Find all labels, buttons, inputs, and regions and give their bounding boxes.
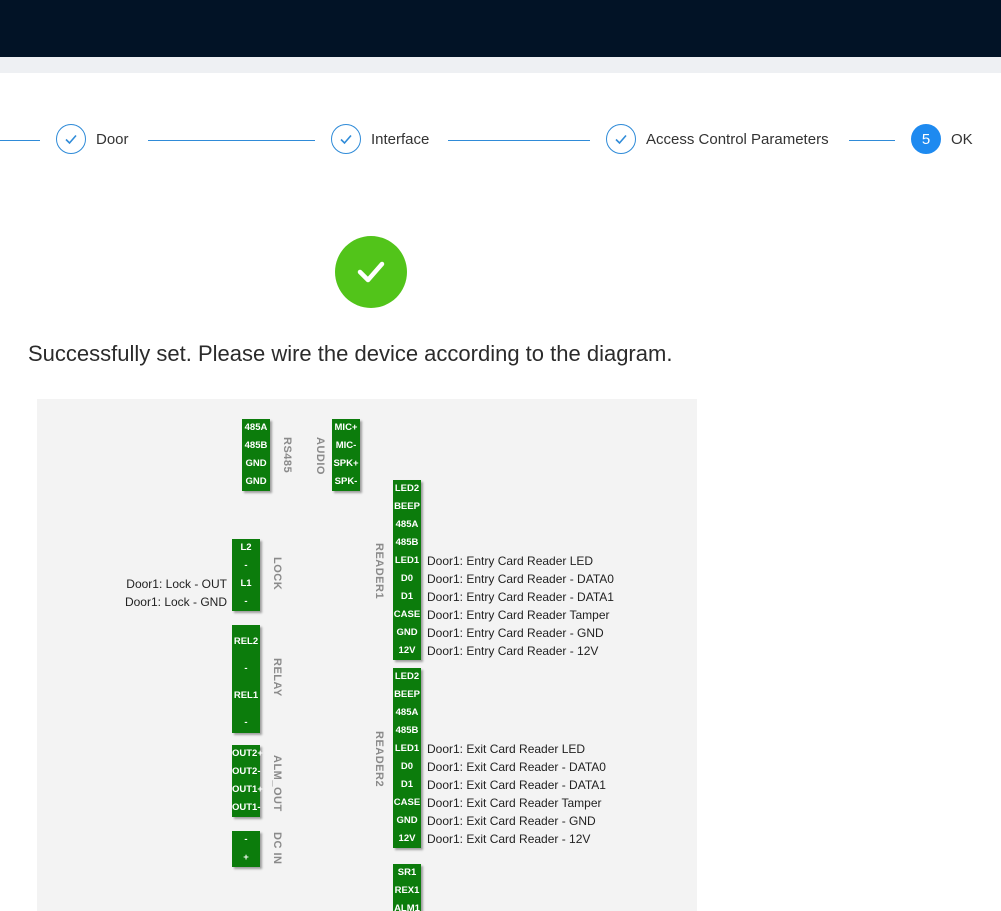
terminal-pin: D0 <box>400 761 414 772</box>
sub-header-bar <box>0 57 1001 73</box>
terminal-pin: OUT1+ <box>232 784 263 795</box>
reader2-label: READER2 <box>373 731 385 788</box>
terminal-pin: - <box>244 834 248 845</box>
terminal-pin: OUT2- <box>232 766 261 777</box>
step-connector <box>0 140 40 141</box>
reader1-label: READER1 <box>373 543 385 600</box>
wire-label: Door1: Exit Card Reader - DATA0 <box>427 760 606 774</box>
wiring-diagram: 485A 485B GND GND RS485 MIC+ MIC- SPK+ S… <box>37 399 697 911</box>
step-interface-check-icon <box>331 124 361 154</box>
terminal-pin: OUT2+ <box>232 748 263 759</box>
terminal-pin: 485A <box>395 707 419 718</box>
step-ok-label: OK <box>951 131 973 148</box>
terminal-pin: L1 <box>240 578 252 589</box>
audio-label: AUDIO <box>314 437 326 475</box>
step-access-control-label: Access Control Parameters <box>646 131 829 148</box>
terminal-pin: LED1 <box>394 743 420 754</box>
terminal-pin: 485B <box>244 440 268 451</box>
relay-label: RELAY <box>271 658 283 697</box>
lock-terminal-block: L2 - L1 - <box>232 539 260 611</box>
terminal-pin: OUT1- <box>232 802 261 813</box>
terminal-pin: 12V <box>398 645 416 656</box>
terminal-pin: SPK- <box>334 476 358 487</box>
audio-terminal-block: MIC+ MIC- SPK+ SPK- <box>332 419 360 491</box>
rs485-label: RS485 <box>281 437 293 474</box>
top-navigation-bar <box>0 0 1001 57</box>
wire-label: Door1: Entry Card Reader - DATA1 <box>427 590 614 604</box>
terminal-pin: - <box>244 663 248 674</box>
wire-label: Door1: Exit Card Reader - 12V <box>427 832 591 846</box>
terminal-pin: GND <box>245 476 267 487</box>
rs485-terminal-block: 485A 485B GND GND <box>242 419 270 491</box>
terminal-pin: - <box>244 717 248 728</box>
wire-label: Door1: Entry Card Reader - GND <box>427 626 604 640</box>
terminal-pin: BEEP <box>394 501 420 512</box>
alarm-output-terminal-block: OUT2+ OUT2- OUT1+ OUT1- <box>232 745 263 817</box>
step-ok-number: 5 <box>911 124 941 154</box>
terminal-pin: LED1 <box>394 555 420 566</box>
terminal-pin: MIC- <box>335 440 357 451</box>
inputs-terminal-block: SR1 REX1 ALM1 <box>393 864 421 911</box>
wire-label: Door1: Exit Card Reader - GND <box>427 814 596 828</box>
step-door-check-icon <box>56 124 86 154</box>
terminal-pin: GND <box>396 815 418 826</box>
terminal-pin: REL1 <box>233 690 259 701</box>
terminal-pin: 485B <box>395 725 419 736</box>
terminal-pin: LED2 <box>394 671 420 682</box>
wire-label: Door1: Entry Card Reader - DATA0 <box>427 572 614 586</box>
terminal-pin: MIC+ <box>334 422 358 433</box>
dc-in-label: DC IN <box>271 832 283 865</box>
terminal-pin: D1 <box>400 591 414 602</box>
step-access-control-check-icon <box>606 124 636 154</box>
terminal-pin: 485A <box>395 519 419 530</box>
terminal-pin: GND <box>245 458 267 469</box>
terminal-pin: LED2 <box>394 483 420 494</box>
terminal-pin: GND <box>396 627 418 638</box>
terminal-pin: - <box>244 596 248 607</box>
terminal-pin: CASE <box>393 609 421 620</box>
terminal-pin: SPK+ <box>333 458 359 469</box>
terminal-pin: REL2 <box>233 636 259 647</box>
terminal-pin: BEEP <box>394 689 420 700</box>
wire-label: Door1: Entry Card Reader LED <box>427 554 594 568</box>
terminal-pin: 12V <box>398 833 416 844</box>
wire-label: Door1: Entry Card Reader - 12V <box>427 644 599 658</box>
reader1-terminal-block: LED2 BEEP 485A 485B LED1 D0 D1 CASE GND … <box>393 480 421 660</box>
terminal-pin: 485B <box>395 537 419 548</box>
wizard-steps: Door Interface Access Control Parameters… <box>0 124 1001 158</box>
wire-label: Door1: Exit Card Reader LED <box>427 742 586 756</box>
terminal-pin: - <box>244 560 248 571</box>
lock-label: LOCK <box>271 557 283 591</box>
terminal-pin: L2 <box>240 542 252 553</box>
wire-label: Door1: Exit Card Reader Tamper <box>427 796 602 810</box>
step-connector <box>148 140 315 141</box>
step-connector <box>448 140 590 141</box>
wire-label: Door1: Exit Card Reader - DATA1 <box>427 778 606 792</box>
step-interface-label: Interface <box>371 131 430 148</box>
success-message: Successfully set. Please wire the device… <box>28 341 673 366</box>
wire-label: Door1: Lock - GND <box>124 595 227 609</box>
dc-in-terminal-block: - + <box>232 831 260 867</box>
step-door-label: Door <box>96 131 129 148</box>
terminal-pin: D1 <box>400 779 414 790</box>
terminal-pin: ALM1 <box>394 903 420 911</box>
terminal-pin: REX1 <box>394 885 420 896</box>
terminal-pin: 485A <box>244 422 268 433</box>
reader2-terminal-block: LED2 BEEP 485A 485B LED1 D0 D1 CASE GND … <box>393 668 421 848</box>
terminal-pin: SR1 <box>397 867 417 878</box>
terminal-pin: + <box>243 852 249 863</box>
step-connector <box>849 140 895 141</box>
terminal-pin: D0 <box>400 573 414 584</box>
terminal-pin: CASE <box>393 797 421 808</box>
relay-terminal-block: REL2 - REL1 - <box>232 625 260 733</box>
check-circle-icon <box>335 236 407 308</box>
wire-label: Door1: Entry Card Reader Tamper <box>427 608 610 622</box>
wire-label: Door1: Lock - OUT <box>126 577 227 591</box>
alarm-output-label: ALM_OUT <box>271 755 283 812</box>
